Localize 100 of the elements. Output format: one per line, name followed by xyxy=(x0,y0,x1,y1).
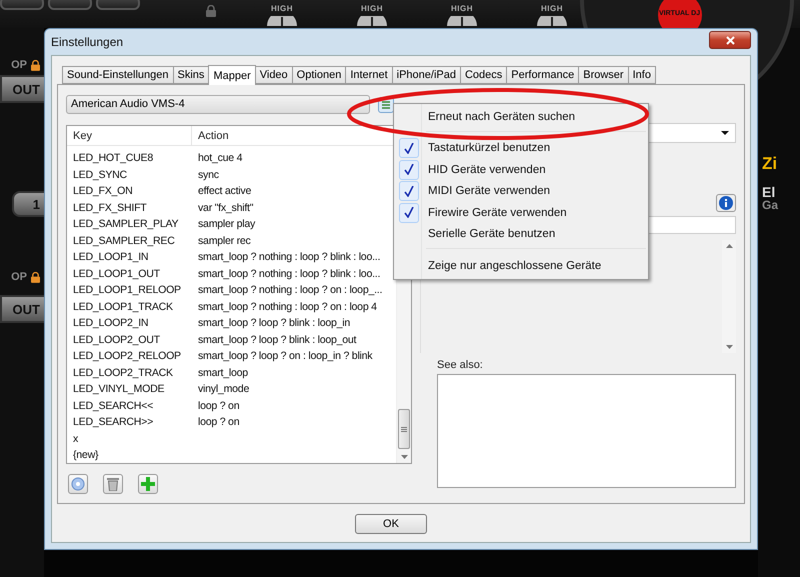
menu-item[interactable]: Serielle Geräte benutzen xyxy=(396,224,646,245)
tab[interactable]: Mapper xyxy=(208,65,256,85)
scroll-up-icon[interactable] xyxy=(726,244,732,248)
trash-icon xyxy=(107,477,119,491)
action-cell-text: sync xyxy=(197,168,220,181)
action-cell-text: smart_loop ? nothing : loop ? blink : loo... xyxy=(197,251,382,264)
dropdown-arrow-icon xyxy=(721,131,729,135)
see-also-label: See also: xyxy=(437,359,484,371)
menu-item[interactable]: MIDI Geräte verwenden xyxy=(396,180,646,202)
ok-button[interactable]: OK xyxy=(355,514,427,534)
add-button[interactable] xyxy=(138,474,158,494)
action-cell-text: sampler rec xyxy=(197,234,252,247)
lock-icon[interactable] xyxy=(31,60,40,70)
knob-label: HIGH xyxy=(451,4,473,13)
knob-icon[interactable] xyxy=(447,16,477,26)
grip-icon xyxy=(401,426,407,432)
tab[interactable]: Info xyxy=(628,66,656,84)
deck-text: El xyxy=(762,184,776,200)
check-icon xyxy=(404,207,414,218)
tab[interactable]: Internet xyxy=(345,66,393,84)
key-cell-text: LED_FX_ON xyxy=(72,185,134,198)
deck-button[interactable] xyxy=(96,0,140,10)
deck-button[interactable]: 1 xyxy=(12,191,44,217)
action-cell-text: hot_cue 4 xyxy=(197,152,244,164)
close-icon xyxy=(726,36,734,44)
list-icon xyxy=(381,100,391,110)
see-also-box[interactable] xyxy=(437,374,736,488)
key-cell-text: LED_SEARCH<< xyxy=(72,400,154,412)
action-cell-text: vinyl_mode xyxy=(197,383,250,396)
scroll-down-icon[interactable] xyxy=(726,345,732,349)
deck-text: Ga xyxy=(762,198,780,212)
action-cell-text: smart_loop ? nothing : loop ? blink : loo... xyxy=(197,268,382,280)
action-cell-text: smart_loop ? nothing : loop ? on : loop_... xyxy=(197,284,384,296)
column-header[interactable]: Key xyxy=(67,126,192,146)
menu-item[interactable]: Tastaturkürzel benutzen xyxy=(396,138,646,159)
action-cell-text: smart_loop ? loop ? blink : loop_in xyxy=(197,317,352,330)
deck-button[interactable]: OUT xyxy=(0,75,44,103)
knob-icon[interactable] xyxy=(537,16,567,26)
key-cell-text: LED_LOOP2_TRACK xyxy=(72,366,174,379)
action-cell-text: loop ? on xyxy=(197,400,240,412)
action-cell-text: sampler play xyxy=(197,218,256,230)
plus-icon xyxy=(141,477,155,491)
disc-icon xyxy=(71,477,85,491)
key-cell-text: LED_LOOP1_TRACK xyxy=(72,300,174,313)
key-cell-text: LED_FX_SHIFT xyxy=(72,202,148,214)
deck-button[interactable] xyxy=(0,0,44,10)
action-cell-text: effect active xyxy=(197,185,252,198)
lock-icon xyxy=(206,5,216,17)
key-cell-text: LED_SAMPLER_PLAY xyxy=(72,218,180,230)
menu-item[interactable]: HID Geräte verwenden xyxy=(396,159,646,180)
side-label: OP xyxy=(11,271,27,283)
info-button[interactable] xyxy=(716,194,736,212)
key-cell-text: x xyxy=(72,432,80,445)
tab[interactable]: Optionen xyxy=(292,66,346,84)
knob-label: HIGH xyxy=(541,4,563,13)
knob-icon[interactable] xyxy=(357,16,387,26)
device-dropdown[interactable]: American Audio VMS-4 xyxy=(66,95,370,114)
action-cell-text: smart_loop ? nothing : loop ? on : loop 4 xyxy=(197,300,378,313)
window-title: Einstellungen xyxy=(51,35,124,49)
tab[interactable]: Sound-Einstellungen xyxy=(62,66,174,84)
tab[interactable]: Browser xyxy=(578,66,629,84)
scrollbar[interactable] xyxy=(722,240,736,353)
edit-button[interactable] xyxy=(68,474,88,494)
key-cell-text: LED_LOOP1_IN xyxy=(72,251,150,264)
check-icon xyxy=(404,142,414,154)
action-cell-text: smart_loop ? loop ? on : loop_in ? blink xyxy=(197,350,374,362)
info-icon xyxy=(719,196,733,210)
deck-button[interactable] xyxy=(48,0,92,10)
check-icon xyxy=(404,186,414,197)
knob-icon[interactable] xyxy=(267,16,297,26)
side-label: OP xyxy=(11,59,27,71)
close-button[interactable] xyxy=(709,31,751,49)
key-cell-text: LED_SYNC xyxy=(72,168,128,181)
menu-item[interactable]: Zeige nur angeschlossene Geräte xyxy=(396,255,646,276)
key-cell-text: LED_LOOP2_OUT xyxy=(72,334,161,346)
delete-button[interactable] xyxy=(103,474,123,494)
action-cell-text: loop ? on xyxy=(197,416,240,428)
key-cell-text: LED_SAMPLER_REC xyxy=(72,234,176,247)
deck-button[interactable]: OUT xyxy=(0,295,44,323)
key-cell-text: {new} xyxy=(72,449,100,462)
deck-text: Zi xyxy=(762,154,778,174)
scroll-down-icon[interactable] xyxy=(400,455,408,459)
key-cell-text: LED_VINYL_MODE xyxy=(72,383,166,396)
tab[interactable]: Performance xyxy=(506,66,580,84)
action-cell-text: var "fx_shift" xyxy=(197,202,254,214)
check-icon xyxy=(404,164,414,176)
lock-icon[interactable] xyxy=(31,272,40,282)
key-cell-text: LED_LOOP2_IN xyxy=(72,317,150,330)
menu-item[interactable]: Firewire Geräte verwenden xyxy=(396,202,646,224)
key-cell-text: LED_LOOP1_RELOOP xyxy=(72,284,182,296)
knob-label: HIGH xyxy=(271,4,293,13)
action-cell-text: smart_loop xyxy=(197,366,249,379)
key-cell-text: LED_SEARCH>> xyxy=(72,416,154,428)
tab[interactable]: Skins xyxy=(172,66,210,84)
tab[interactable]: Codecs xyxy=(460,66,508,84)
tab[interactable]: iPhone/iPad xyxy=(392,66,461,84)
key-cell-text: LED_LOOP2_RELOOP xyxy=(72,350,182,362)
key-cell-text: LED_HOT_CUE8 xyxy=(72,152,154,164)
action-cell-text: smart_loop ? loop ? blink : loop_out xyxy=(197,334,358,346)
tab[interactable]: Video xyxy=(254,66,293,84)
